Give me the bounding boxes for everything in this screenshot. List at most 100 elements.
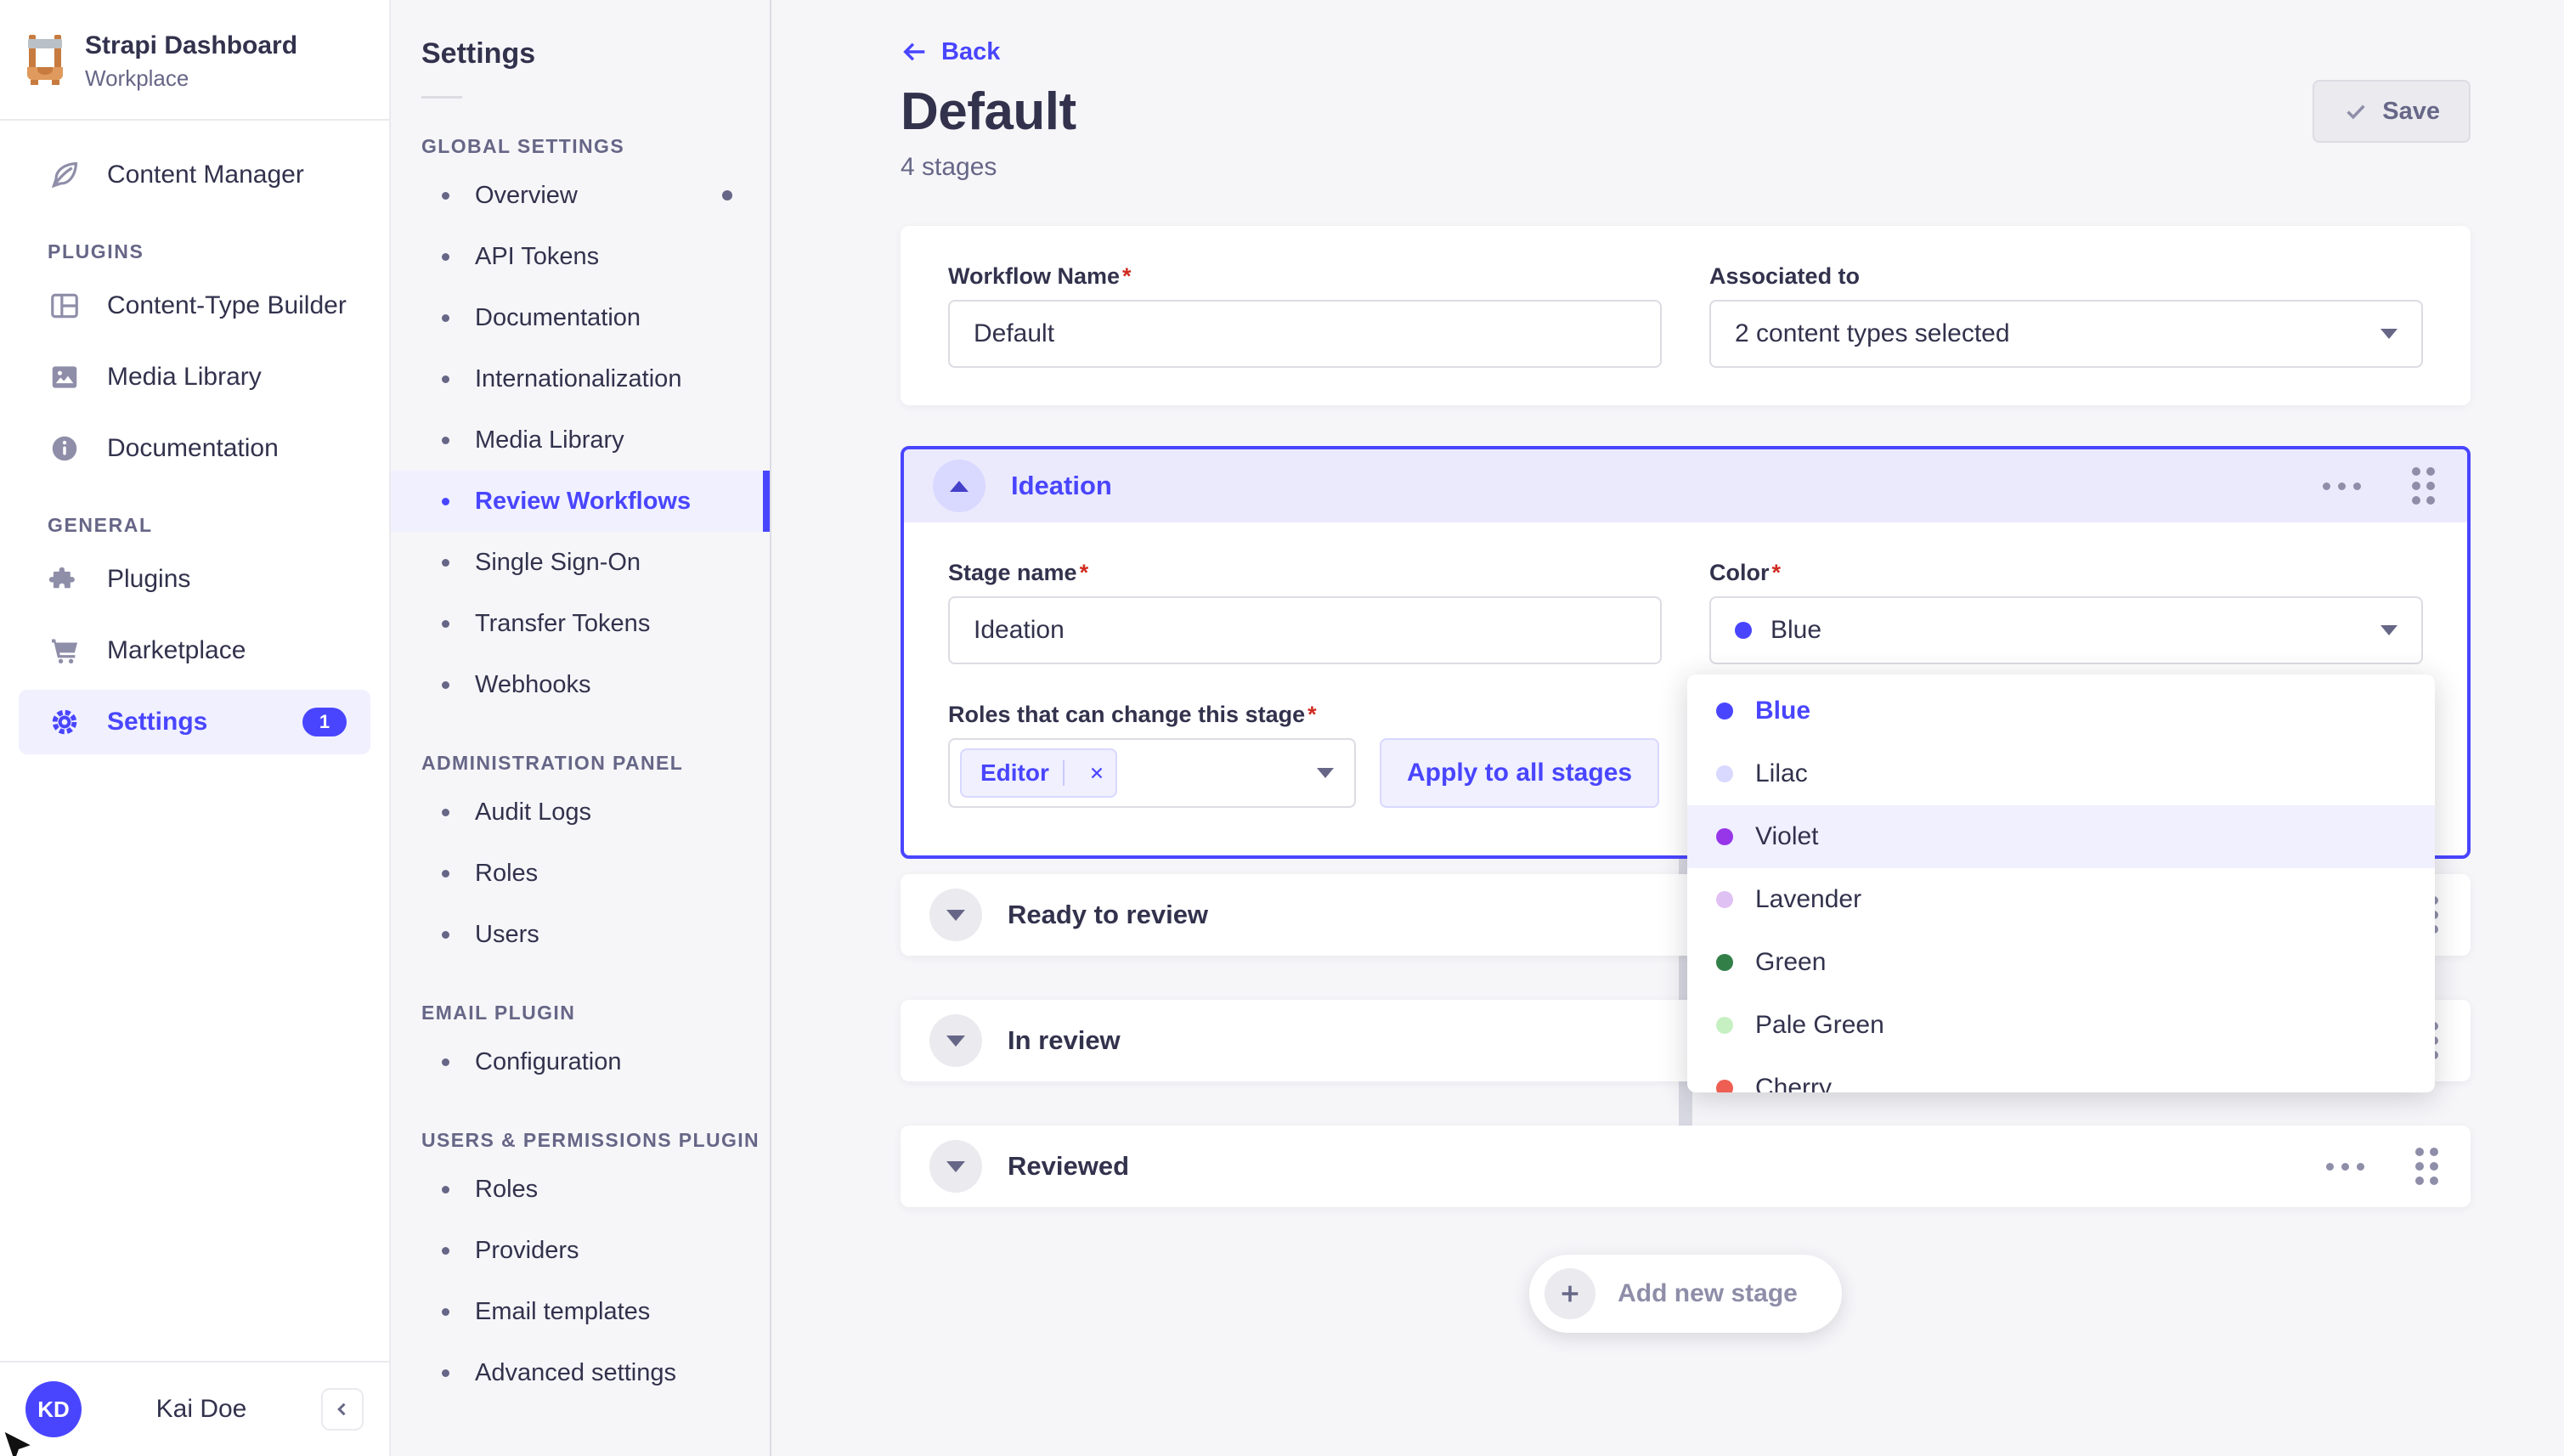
more-options-icon[interactable]	[2321, 1158, 2369, 1176]
stage-ideation-accordion: Ideation Stage name* Ideation	[901, 446, 2471, 859]
collapse-stage-button[interactable]	[933, 460, 986, 512]
color-select[interactable]: Blue	[1709, 596, 2423, 664]
triangle-down-icon	[946, 1161, 965, 1172]
bullet-icon	[442, 681, 449, 689]
brand-home-link[interactable]: Strapi Dashboard Workplace	[0, 0, 389, 119]
sidebar-item-content-type-builder[interactable]: Content-Type Builder	[0, 270, 389, 341]
sidebar-item-label: Media Library	[107, 363, 262, 392]
roles-field: Roles that can change this stage* Editor	[948, 702, 1356, 808]
subnav-item-single-sign-on[interactable]: Single Sign-On	[391, 532, 770, 593]
sidebar-item-content-manager[interactable]: Content Manager	[0, 139, 389, 211]
workflow-name-field: Workflow Name* Default	[948, 263, 1662, 368]
main-content: Back Default Save 4 stages Workflow Name…	[771, 0, 2564, 1456]
sidebar-item-label: Content Manager	[107, 161, 304, 189]
triangle-down-icon	[946, 910, 965, 921]
roles-multiselect[interactable]: Editor	[948, 738, 1356, 808]
save-button[interactable]: Save	[2313, 80, 2471, 143]
subnav-item-up-roles[interactable]: Roles	[391, 1159, 770, 1220]
subnav-item-media-library[interactable]: Media Library	[391, 409, 770, 471]
sidebar-section-general: GENERAL	[0, 506, 389, 544]
bullet-icon	[442, 1308, 449, 1316]
subnav-item-api-tokens[interactable]: API Tokens	[391, 226, 770, 287]
subnav-item-transfer-tokens[interactable]: Transfer Tokens	[391, 593, 770, 654]
subnav-item-email-templates[interactable]: Email templates	[391, 1281, 770, 1342]
workflow-name-input[interactable]: Default	[948, 300, 1662, 368]
color-option-blue[interactable]: Blue	[1687, 680, 2435, 742]
bullet-icon	[442, 375, 449, 383]
subnav-item-users[interactable]: Users	[391, 904, 770, 965]
add-new-stage-label: Add new stage	[1618, 1279, 1798, 1308]
sidebar-item-label: Content-Type Builder	[107, 291, 347, 320]
subnav-section-email-plugin: EMAIL PLUGIN	[391, 994, 770, 1031]
color-option-lavender[interactable]: Lavender	[1687, 868, 2435, 931]
drag-handle-icon[interactable]	[2409, 464, 2438, 508]
color-option-violet[interactable]: Violet	[1687, 805, 2435, 868]
color-option-pale-green[interactable]: Pale Green	[1687, 994, 2435, 1057]
expand-stage-button[interactable]	[929, 1140, 982, 1193]
app-subtitle: Workplace	[85, 65, 297, 92]
sidebar-item-marketplace[interactable]: Marketplace	[0, 615, 389, 686]
subnav-item-internationalization[interactable]: Internationalization	[391, 348, 770, 409]
sidebar-item-plugins[interactable]: Plugins	[0, 544, 389, 615]
stage-title: Ideation	[1011, 471, 1112, 501]
stage-ideation-header[interactable]: Ideation	[904, 449, 2467, 522]
subnav-item-label: Email templates	[475, 1298, 650, 1326]
subnav-item-providers[interactable]: Providers	[391, 1220, 770, 1281]
color-option-lilac[interactable]: Lilac	[1687, 742, 2435, 805]
subnav-item-advanced-settings[interactable]: Advanced settings	[391, 1342, 770, 1403]
bullet-icon	[442, 620, 449, 628]
color-label: Color*	[1709, 560, 2423, 586]
sidebar-menu: Content Manager PLUGINS Content-Type Bui…	[0, 121, 389, 754]
subnav-item-label: Providers	[475, 1237, 579, 1265]
plus-icon	[1545, 1268, 1595, 1319]
avatar[interactable]: KD	[25, 1381, 82, 1437]
main-sidebar: Strapi Dashboard Workplace Content Manag…	[0, 0, 391, 1456]
sidebar-item-documentation[interactable]: Documentation	[0, 413, 389, 484]
expand-stage-button[interactable]	[929, 889, 982, 941]
subnav-section-global-settings: GLOBAL SETTINGS	[391, 127, 770, 165]
color-swatch-pale-green	[1716, 1017, 1733, 1034]
expand-stage-button[interactable]	[929, 1014, 982, 1067]
associated-to-select[interactable]: 2 content types selected	[1709, 300, 2423, 368]
color-option-green[interactable]: Green	[1687, 931, 2435, 994]
associated-to-label: Associated to	[1709, 263, 2423, 290]
back-button[interactable]: Back	[901, 37, 1000, 66]
save-button-label: Save	[2382, 98, 2440, 126]
subnav-item-configuration[interactable]: Configuration	[391, 1031, 770, 1092]
workflow-form-card: Workflow Name* Default Associated to 2 c…	[901, 226, 2471, 405]
subnav-item-label: Single Sign-On	[475, 549, 641, 577]
subnav-item-audit-logs[interactable]: Audit Logs	[391, 782, 770, 843]
color-swatch-cherry	[1716, 1080, 1733, 1092]
sidebar-item-settings[interactable]: Settings 1	[19, 690, 370, 754]
remove-tag-button[interactable]	[1078, 754, 1115, 792]
subnav-item-documentation[interactable]: Documentation	[391, 287, 770, 348]
bullet-icon	[442, 1186, 449, 1194]
required-asterisk: *	[1772, 560, 1782, 585]
stage-name-input[interactable]: Ideation	[948, 596, 1662, 664]
subnav-item-overview[interactable]: Overview	[391, 165, 770, 226]
subnav-item-webhooks[interactable]: Webhooks	[391, 654, 770, 715]
close-icon	[1087, 763, 1107, 783]
stage-name-label: Stage name*	[948, 560, 1662, 586]
collapse-sidebar-button[interactable]	[321, 1388, 364, 1431]
check-icon	[2343, 99, 2369, 124]
add-new-stage-button[interactable]: Add new stage	[1529, 1255, 1842, 1333]
required-asterisk: *	[1122, 263, 1132, 289]
bullet-icon	[442, 559, 449, 567]
apply-to-all-stages-button[interactable]: Apply to all stages	[1380, 738, 1659, 808]
sidebar-item-media-library[interactable]: Media Library	[0, 341, 389, 413]
stage-count: 4 stages	[901, 153, 2471, 182]
stage-reviewed-card[interactable]: Reviewed	[901, 1126, 2471, 1207]
color-option-cherry[interactable]: Cherry	[1687, 1057, 2435, 1092]
subnav-item-label: Overview	[475, 182, 578, 210]
subnav-item-label: Documentation	[475, 304, 641, 332]
layout-grid-icon	[48, 289, 82, 323]
more-options-icon[interactable]	[2318, 477, 2366, 495]
role-tag-label: Editor	[980, 759, 1049, 787]
page-title: Default	[901, 82, 1076, 142]
info-icon	[48, 432, 82, 466]
drag-handle-icon[interactable]	[2412, 1144, 2442, 1188]
subnav-item-review-workflows[interactable]: Review Workflows	[391, 471, 770, 532]
color-option-label: Lavender	[1755, 885, 1861, 914]
subnav-item-admin-roles[interactable]: Roles	[391, 843, 770, 904]
